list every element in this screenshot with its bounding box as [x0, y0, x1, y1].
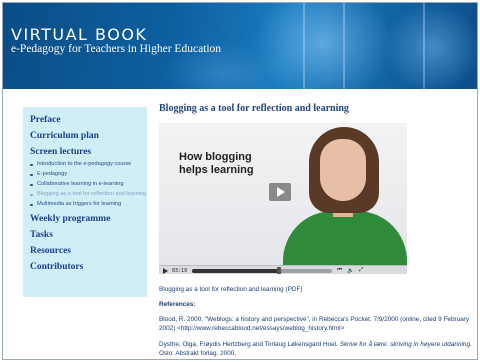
skip-back-icon[interactable]: ⏮ — [337, 267, 342, 274]
sidebar-item-weekly-programme[interactable]: Weekly programme — [30, 214, 147, 224]
play-icon[interactable] — [269, 183, 291, 201]
sidebar-subitem-blogging[interactable]: Blogging as a tool for reflection and le… — [30, 191, 147, 198]
banner-light-beam — [303, 3, 305, 89]
references-heading: References: — [159, 301, 196, 308]
video-caption: How blogging helps learning — [179, 151, 254, 176]
presenter-image — [320, 139, 366, 201]
sidebar-nav: Preface Curriculum plan Screen lectures … — [23, 107, 147, 297]
volume-icon[interactable]: 🔈 — [347, 268, 354, 274]
video-controls: 03:19 ⏮ 🔈 ⤢ — [159, 265, 407, 274]
site-subtitle: e-Pedagogy for Teachers in Higher Educat… — [11, 43, 222, 55]
video-time: 03:19 — [172, 267, 188, 274]
reference-item: Blood, R. 2000. "Weblogs: a history and … — [159, 316, 470, 332]
page-frame: VIRTUAL BOOK e-Pedagogy for Teachers in … — [2, 2, 478, 360]
seek-handle[interactable] — [276, 266, 281, 274]
sidebar-item-preface[interactable]: Preface — [30, 115, 147, 125]
video-player[interactable]: How blogging helps learning 03:19 ⏮ 🔈 ⤢ — [159, 123, 407, 274]
banner-glow — [383, 3, 477, 89]
control-play-icon[interactable] — [162, 267, 168, 274]
sidebar-item-contributors[interactable]: Contributors — [30, 262, 147, 272]
reference-authors: Dysthe, Olga, Frøydis Hertzberg and Torl… — [159, 341, 340, 348]
screen-lectures-submenu: Introduction to the e-pedagogy course E-… — [30, 161, 147, 208]
reference-book-title: Skrive for å lære: skriving in høyere ut… — [339, 341, 472, 348]
site-title[interactable]: VIRTUAL BOOK — [11, 25, 147, 44]
sidebar-subitem-collaborative-learning[interactable]: Collaborative learning in e-learning — [30, 181, 147, 188]
sidebar-item-resources[interactable]: Resources — [30, 246, 147, 256]
banner-light-beam — [423, 3, 425, 89]
sidebar-item-tasks[interactable]: Tasks — [30, 230, 147, 240]
video-seek-bar[interactable] — [192, 266, 333, 274]
sidebar-item-screen-lectures[interactable]: Screen lectures — [30, 147, 147, 157]
pdf-link[interactable]: Blogging as a tool for reflection and le… — [159, 285, 475, 294]
seek-progress — [192, 268, 279, 273]
sidebar-subitem-e-pedagogy[interactable]: E-pedagogy — [30, 171, 147, 178]
banner-light-beam — [343, 3, 345, 89]
sidebar-subitem-introduction[interactable]: Introduction to the e-pedagogy course — [30, 161, 147, 168]
sidebar-item-curriculum-plan[interactable]: Curriculum plan — [30, 131, 147, 141]
page-title: Blogging as a tool for reflection and le… — [159, 103, 349, 114]
reference-publisher: Oslo: Abstrakt forlag. 2000. — [159, 350, 237, 357]
fullscreen-icon[interactable]: ⤢ — [359, 267, 363, 274]
header-banner: VIRTUAL BOOK e-Pedagogy for Teachers in … — [3, 3, 477, 89]
sidebar-subitem-multimedia[interactable]: Multimedia as triggers for learning — [30, 201, 147, 208]
reference-item: Dysthe, Olga, Frøydis Hertzberg and Torl… — [159, 340, 475, 358]
